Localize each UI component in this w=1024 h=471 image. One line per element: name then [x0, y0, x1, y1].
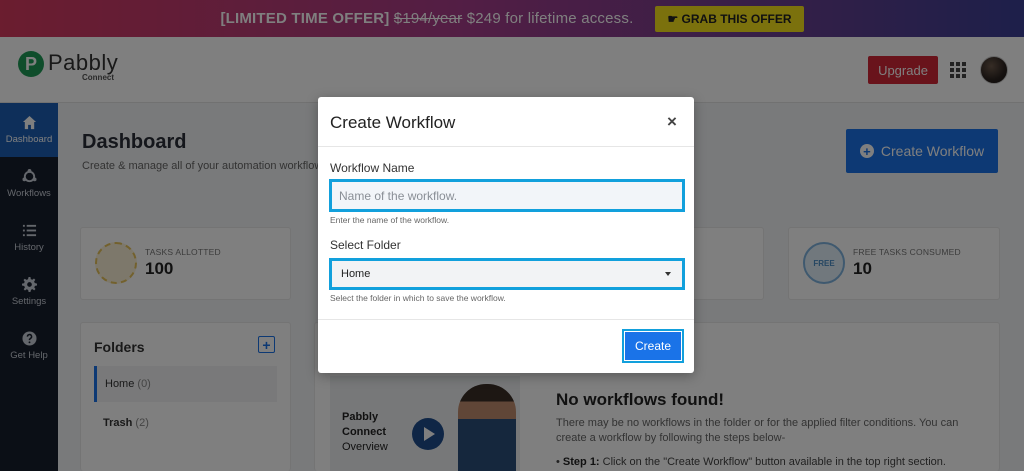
- create-button[interactable]: Create: [622, 329, 684, 363]
- folder-help: Select the folder in which to save the w…: [330, 293, 506, 303]
- modal-title: Create Workflow: [330, 113, 456, 132]
- chevron-down-icon: [665, 272, 671, 276]
- modal-header: Create Workflow ×: [318, 97, 694, 147]
- folder-select-value: Home: [341, 268, 371, 280]
- create-workflow-modal: Create Workflow × Workflow Name Enter th…: [318, 97, 694, 373]
- close-icon[interactable]: ×: [667, 112, 677, 132]
- select-folder-label: Select Folder: [330, 238, 401, 252]
- workflow-name-help: Enter the name of the workflow.: [330, 215, 450, 225]
- workflow-name-input[interactable]: [332, 182, 682, 209]
- folder-select[interactable]: Home: [329, 258, 685, 290]
- workflow-name-label: Workflow Name: [330, 161, 415, 175]
- workflow-name-field-wrapper: [329, 179, 685, 212]
- modal-divider: [318, 319, 694, 320]
